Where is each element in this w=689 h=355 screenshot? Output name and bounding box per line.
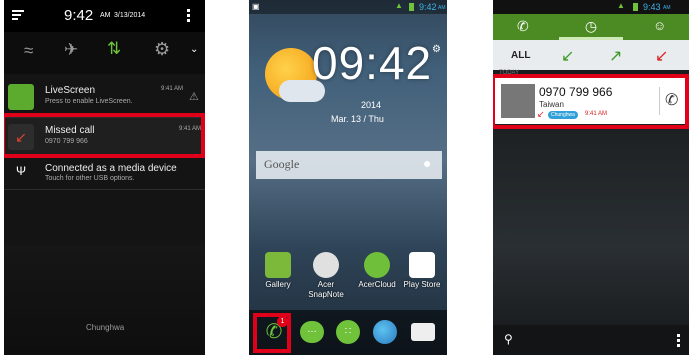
status-date: 3/13/2014 bbox=[114, 12, 146, 19]
filter-all[interactable]: ALL bbox=[511, 50, 530, 61]
app-label: Play Store bbox=[403, 280, 441, 289]
tab-contacts-person-icon[interactable]: ☺ bbox=[653, 18, 666, 33]
home-clock[interactable]: 09:42 bbox=[312, 36, 432, 90]
overflow-menu-icon[interactable] bbox=[677, 334, 680, 347]
notification-time: 9:41 AM bbox=[160, 86, 183, 92]
call-filter-bar: ALL ↙ ↗ ↙ bbox=[493, 40, 689, 70]
signal-icon: ▲ bbox=[617, 1, 625, 10]
menu-lines-icon[interactable] bbox=[12, 10, 24, 20]
notification-subtitle: Press to enable LiveScreen. bbox=[45, 98, 133, 105]
dialer-tabs: ✆ ◷ ☺ bbox=[493, 14, 689, 40]
call-entry-highlight-box bbox=[493, 74, 689, 129]
app-acercloud[interactable]: AcerCloud bbox=[357, 252, 397, 290]
notification-shade-screen: 9:42 AM 3/13/2014 ≈ ✈ ⇅ ⚙ ⌄ LiveScreen P… bbox=[4, 0, 205, 355]
app-gallery[interactable]: Gallery bbox=[260, 252, 296, 290]
dimmed-home-background bbox=[4, 245, 205, 355]
battery-icon bbox=[633, 3, 638, 11]
bell-off-icon: ⚠ bbox=[189, 91, 199, 103]
app-label: Gallery bbox=[265, 280, 291, 289]
tab-dialpad-phone-icon[interactable]: ✆ bbox=[517, 18, 529, 35]
app-play-store[interactable]: Play Store bbox=[402, 252, 442, 290]
status-bar: ▣ ▲ 9:42 AM bbox=[249, 0, 447, 14]
app-label: AcerCloud bbox=[358, 280, 396, 289]
home-screen: ▣ ▲ 9:42 AM 09:42 ⚙ 2014 Mar. 13 / Thu G… bbox=[249, 0, 447, 355]
clock-icon: ◷ bbox=[584, 18, 598, 34]
carrier-label: Chunghwa bbox=[86, 323, 125, 332]
bottom-bar: ⚲ bbox=[493, 325, 689, 355]
picture-icon: ▣ bbox=[252, 2, 260, 11]
snapnote-icon bbox=[313, 252, 339, 278]
status-bar: ▲ 9:43 AM bbox=[493, 0, 689, 14]
missed-call-filter-icon[interactable]: ↙ bbox=[655, 46, 668, 66]
status-time: 9:43 bbox=[643, 2, 661, 12]
weather-date: Mar. 13 / Thu bbox=[331, 114, 384, 124]
overflow-menu-icon[interactable] bbox=[187, 9, 190, 23]
browser-globe-icon[interactable] bbox=[373, 320, 397, 344]
cloud-icon bbox=[364, 252, 390, 278]
microphone-icon[interactable]: ● bbox=[423, 155, 431, 171]
status-time: 9:42 bbox=[64, 7, 94, 24]
settings-gear-icon[interactable]: ⚙ bbox=[154, 40, 170, 58]
outgoing-call-filter-icon[interactable]: ↗ bbox=[609, 46, 622, 66]
wifi-icon[interactable]: ≈ bbox=[24, 42, 33, 59]
airplane-mode-icon[interactable]: ✈ bbox=[64, 41, 78, 58]
notification-subtitle: Touch for other USB options. bbox=[45, 175, 135, 182]
notification-usb-connected[interactable]: Ψ Connected as a media device Touch for … bbox=[4, 160, 205, 190]
quick-settings-bar: ≈ ✈ ⇅ ⚙ ⌄ bbox=[4, 32, 205, 74]
data-transfer-icon[interactable]: ⇅ bbox=[107, 40, 121, 57]
phone-app-highlight-box bbox=[253, 313, 291, 353]
livescreen-icon bbox=[8, 84, 34, 110]
battery-icon bbox=[409, 3, 414, 11]
app-label: Acer SnapNote bbox=[308, 280, 344, 299]
app-acer-snapnote[interactable]: Acer SnapNote bbox=[308, 252, 344, 300]
messaging-icon[interactable]: … bbox=[300, 321, 324, 343]
camera-icon[interactable] bbox=[411, 323, 435, 341]
chevron-down-icon[interactable]: ⌄ bbox=[190, 44, 198, 55]
tab-call-log[interactable]: ◷ bbox=[559, 14, 623, 40]
empty-list-area bbox=[493, 130, 689, 325]
notification-title: Connected as a media device bbox=[45, 163, 177, 174]
notification-header: 9:42 AM 3/13/2014 bbox=[4, 0, 205, 32]
settings-gear-icon[interactable]: ⚙ bbox=[432, 44, 441, 55]
notification-livescreen[interactable]: LiveScreen Press to enable LiveScreen. 9… bbox=[4, 78, 205, 118]
status-time: 9:42 bbox=[419, 2, 437, 12]
app-drawer-icon[interactable]: ∷ bbox=[336, 320, 360, 344]
missed-call-highlight-box bbox=[4, 113, 205, 158]
play-store-icon bbox=[409, 252, 435, 278]
search-label: Google bbox=[264, 157, 300, 171]
incoming-call-filter-icon[interactable]: ↙ bbox=[561, 46, 574, 66]
weather-temp: 2014 bbox=[361, 100, 382, 110]
signal-icon: ▲ bbox=[395, 1, 403, 10]
search-icon[interactable]: ⚲ bbox=[504, 332, 513, 346]
status-ampm: AM bbox=[438, 5, 446, 11]
google-search-bar[interactable]: Google ● bbox=[256, 151, 442, 179]
call-log-screen: ▲ 9:43 AM ✆ ◷ ☺ ALL ↙ ↗ ↙ TODAY 0970 799… bbox=[493, 0, 689, 355]
usb-icon: Ψ bbox=[16, 164, 27, 178]
notification-title: LiveScreen bbox=[45, 85, 96, 96]
status-ampm: AM bbox=[100, 12, 111, 19]
gallery-icon bbox=[265, 252, 291, 278]
status-ampm: AM bbox=[663, 5, 671, 11]
